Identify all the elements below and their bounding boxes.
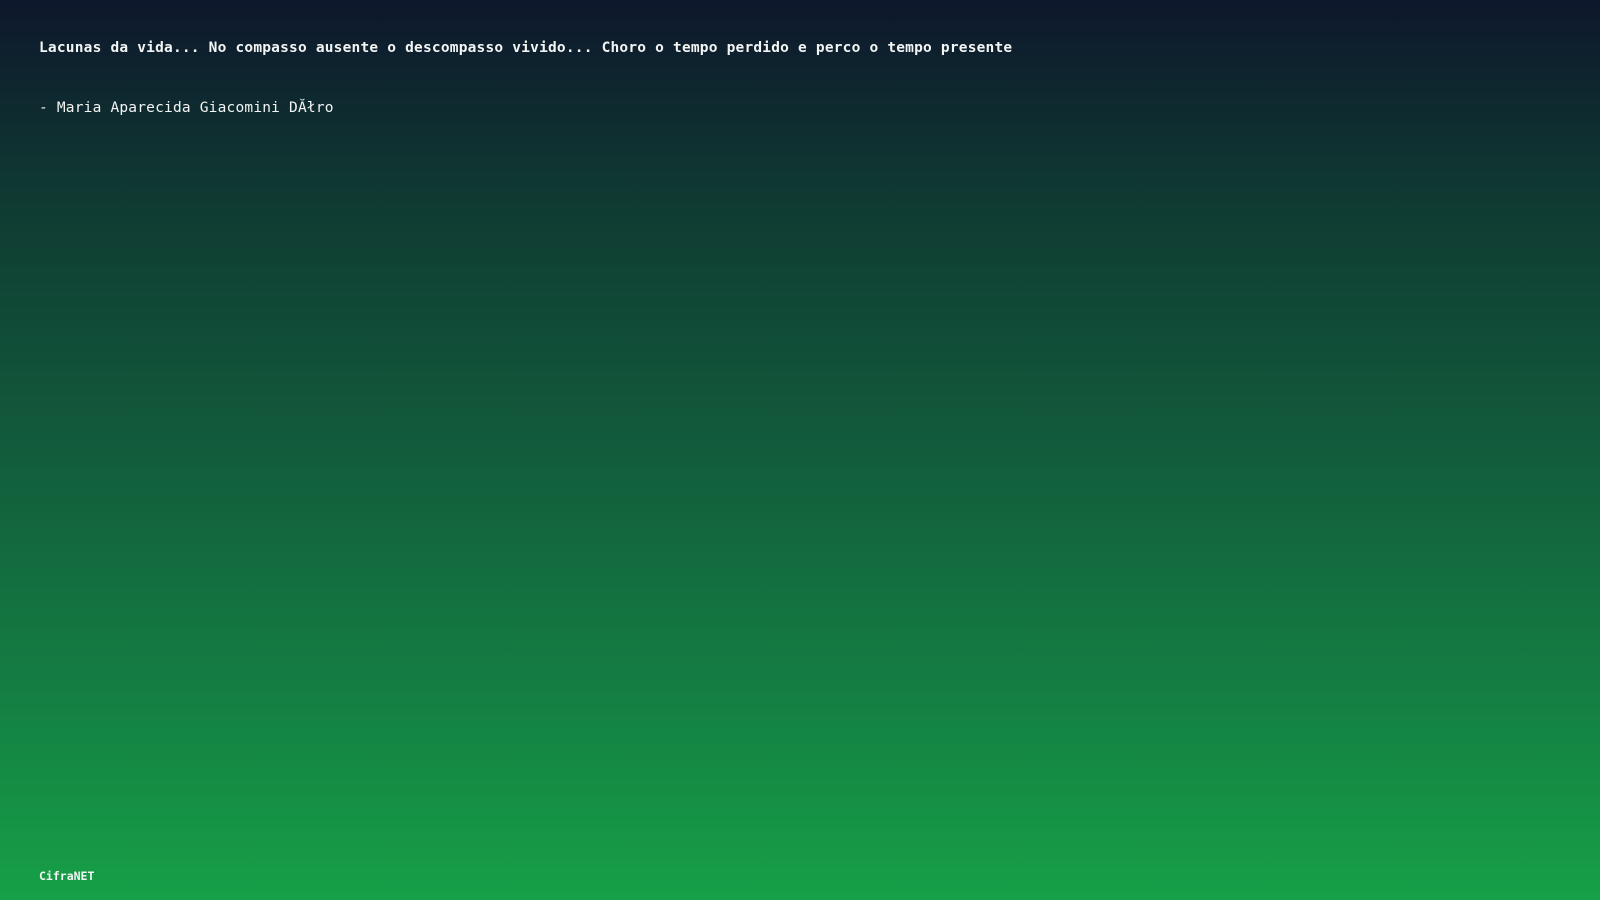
quote-author: - Maria Aparecida Giacomini DĂłro [39, 100, 334, 116]
quote-text: Lacunas da vida... No compasso ausente o… [39, 40, 1013, 56]
quote-block: Lacunas da vida... No compasso ausente o… [39, 38, 1539, 118]
brand-logo-text: CifraNET [39, 869, 95, 883]
